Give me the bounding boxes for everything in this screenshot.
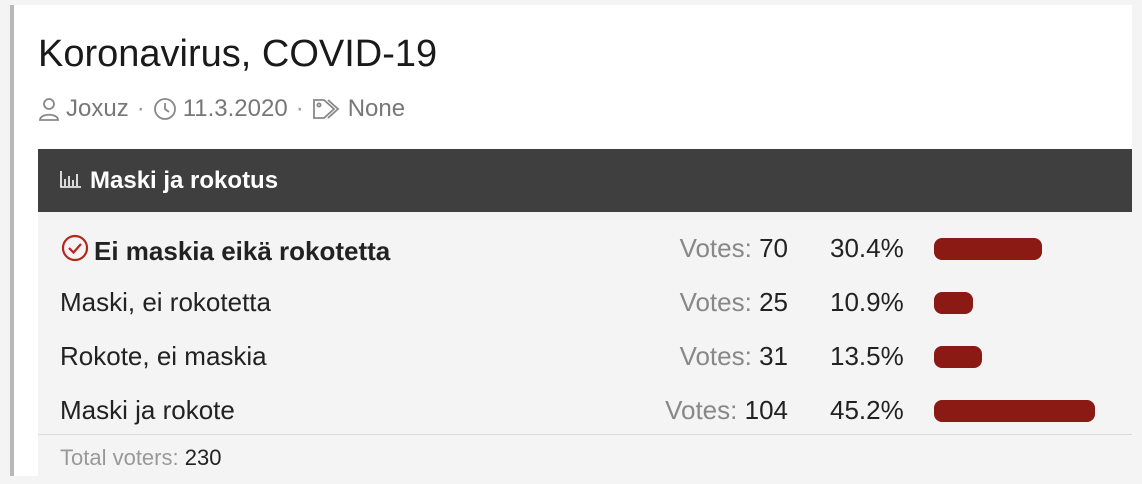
- poll-option-bar: [934, 238, 1042, 260]
- poll-option-votes: Votes: 25: [679, 287, 788, 317]
- poll-option-label: Maski ja rokote: [60, 395, 235, 426]
- poll-option-votes: Votes: 104: [665, 395, 788, 425]
- poll-option-text: Ei maskia eikä rokotetta: [94, 236, 391, 266]
- post-date: 11.3.2020: [182, 95, 288, 122]
- poll-option-text: Maski, ei rokotetta: [60, 287, 271, 317]
- user-icon: [38, 97, 60, 121]
- meta-separator: ·: [295, 95, 304, 122]
- poll-title: Maski ja rokotus: [90, 166, 279, 194]
- total-voters-label: Total voters:: [60, 445, 179, 470]
- post-card: Koronavirus, COVID-19 Joxuz · 11.3.2020 …: [10, 5, 1132, 476]
- total-voters-value: 230: [184, 445, 222, 470]
- tags-icon: [312, 97, 342, 121]
- author-name[interactable]: Joxuz: [66, 95, 129, 123]
- poll-option: Rokote, ei maskia Votes: 31 13.5%: [38, 329, 1132, 383]
- poll-option-label: Ei maskia eikä rokotetta: [60, 233, 390, 270]
- poll-option-text: Rokote, ei maskia: [60, 341, 267, 371]
- poll-option: Maski ja rokote Votes: 104 45.2%: [38, 383, 1132, 437]
- post-tags[interactable]: None: [348, 95, 405, 123]
- poll-footer: Total voters: 230: [38, 434, 1132, 471]
- clock-icon: [153, 97, 177, 121]
- poll-option-percent: 13.5%: [830, 341, 904, 371]
- poll-option-label: Rokote, ei maskia: [60, 341, 267, 372]
- poll-option-percent: 10.9%: [830, 287, 904, 317]
- bar-chart-icon: [60, 167, 82, 195]
- poll-option-votes: Votes: 31: [679, 341, 788, 371]
- post-meta: Joxuz · 11.3.2020 · None: [38, 95, 405, 123]
- poll-header: Maski ja rokotus: [38, 149, 1132, 212]
- poll-option: Ei maskia eikä rokotetta Votes: 70 30.4%: [38, 221, 1132, 275]
- poll-option-bar: [934, 346, 982, 368]
- poll-option-bar: [934, 400, 1095, 422]
- poll-option-bar: [934, 292, 973, 314]
- poll-option-percent: 30.4%: [830, 233, 904, 263]
- poll-option-label: Maski, ei rokotetta: [60, 287, 271, 318]
- poll: Maski ja rokotus Ei maskia eikä rokotett…: [38, 149, 1132, 476]
- poll-option-votes: Votes: 70: [679, 233, 788, 263]
- poll-option-percent: 45.2%: [830, 395, 904, 425]
- post-title: Koronavirus, COVID-19: [38, 33, 438, 75]
- poll-option-text: Maski ja rokote: [60, 395, 235, 425]
- poll-option: Maski, ei rokotetta Votes: 25 10.9%: [38, 275, 1132, 329]
- check-circle-icon: [60, 233, 90, 270]
- meta-separator: ·: [136, 95, 145, 122]
